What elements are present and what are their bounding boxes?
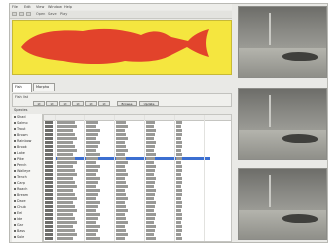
play-icon[interactable] <box>26 12 31 16</box>
tree-item[interactable]: Tench <box>14 175 27 180</box>
menu-bar: File Edit View Window Help <box>10 4 232 10</box>
fish-silhouette-panel <box>12 20 232 75</box>
filter-bar: Fish list Id Id Id Id Id Id Browse Updat… <box>12 93 232 107</box>
menu-item-help[interactable]: Help <box>64 5 72 9</box>
menu-item-edit[interactable]: Edit <box>24 5 31 9</box>
tab-morpho[interactable]: Morpho <box>33 83 55 91</box>
filter-button-1[interactable]: Id <box>33 101 45 106</box>
tree-item[interactable]: Eel <box>14 211 22 216</box>
tree-item[interactable]: Perch <box>14 163 26 168</box>
table-row[interactable] <box>44 237 231 241</box>
menu-item-view[interactable]: View <box>36 5 44 9</box>
tree-item[interactable]: Ide <box>14 217 22 222</box>
application-window: File Edit View Window Help Open Save Pla… <box>9 3 328 243</box>
toolbar-label-save: Save <box>48 12 57 16</box>
filter-button-3[interactable]: Id <box>59 101 71 106</box>
tree-item[interactable]: Bass <box>14 229 25 234</box>
tree-item[interactable]: Brown <box>14 133 28 138</box>
camera-view-3 <box>238 168 327 240</box>
toolbar-label-play: Play <box>60 12 68 16</box>
fish-silhouette-icon <box>21 28 209 64</box>
fish-image <box>282 214 318 223</box>
tree-item[interactable]: Lake <box>14 151 25 156</box>
menu-item-window[interactable]: Window <box>48 5 62 9</box>
tree-item[interactable]: Dace <box>14 199 26 204</box>
menu-item-file[interactable]: File <box>12 5 18 9</box>
tree-item[interactable]: Gar <box>14 223 23 228</box>
species-tree: Shad Salmo Trout Brown Rainbow Brook Lak… <box>12 114 43 242</box>
tree-item[interactable]: Rainbow <box>14 139 31 144</box>
camera-view-1 <box>238 6 327 78</box>
save-icon[interactable] <box>19 12 24 16</box>
tree-item[interactable]: Salmo <box>14 121 28 126</box>
tree-item[interactable]: Walleye <box>14 169 30 174</box>
data-grid[interactable] <box>43 114 232 242</box>
filter-button-5[interactable]: Id <box>85 101 97 106</box>
tree-item[interactable]: Trout <box>14 127 25 132</box>
update-button[interactable]: Update <box>139 101 159 106</box>
filter-button-4[interactable]: Id <box>72 101 84 106</box>
toolbar-label-open: Open <box>36 12 46 16</box>
toolbar: Open Save Play <box>10 11 232 19</box>
tree-item[interactable]: Sole <box>14 235 24 240</box>
species-header: Species <box>12 108 232 113</box>
tree-item[interactable]: Brook <box>14 145 27 150</box>
tree-item[interactable]: Chub <box>14 205 26 210</box>
filter-button-2[interactable]: Id <box>46 101 58 106</box>
tree-item[interactable]: Bream <box>14 193 28 198</box>
tree-item[interactable]: Roach <box>14 187 27 192</box>
tree-item[interactable]: Shad <box>14 115 26 120</box>
browse-button[interactable]: Browse <box>117 101 137 106</box>
camera-view-2 <box>238 88 327 160</box>
fish-image <box>282 134 318 143</box>
filter-bar-title: Fish list <box>15 95 29 99</box>
tab-fish[interactable]: Fish <box>12 83 32 92</box>
fish-image <box>282 52 318 61</box>
filter-button-6[interactable]: Id <box>98 101 110 106</box>
open-icon[interactable] <box>12 12 17 16</box>
tree-item[interactable]: Carp <box>14 181 25 186</box>
tree-item[interactable]: Pike <box>14 157 24 162</box>
